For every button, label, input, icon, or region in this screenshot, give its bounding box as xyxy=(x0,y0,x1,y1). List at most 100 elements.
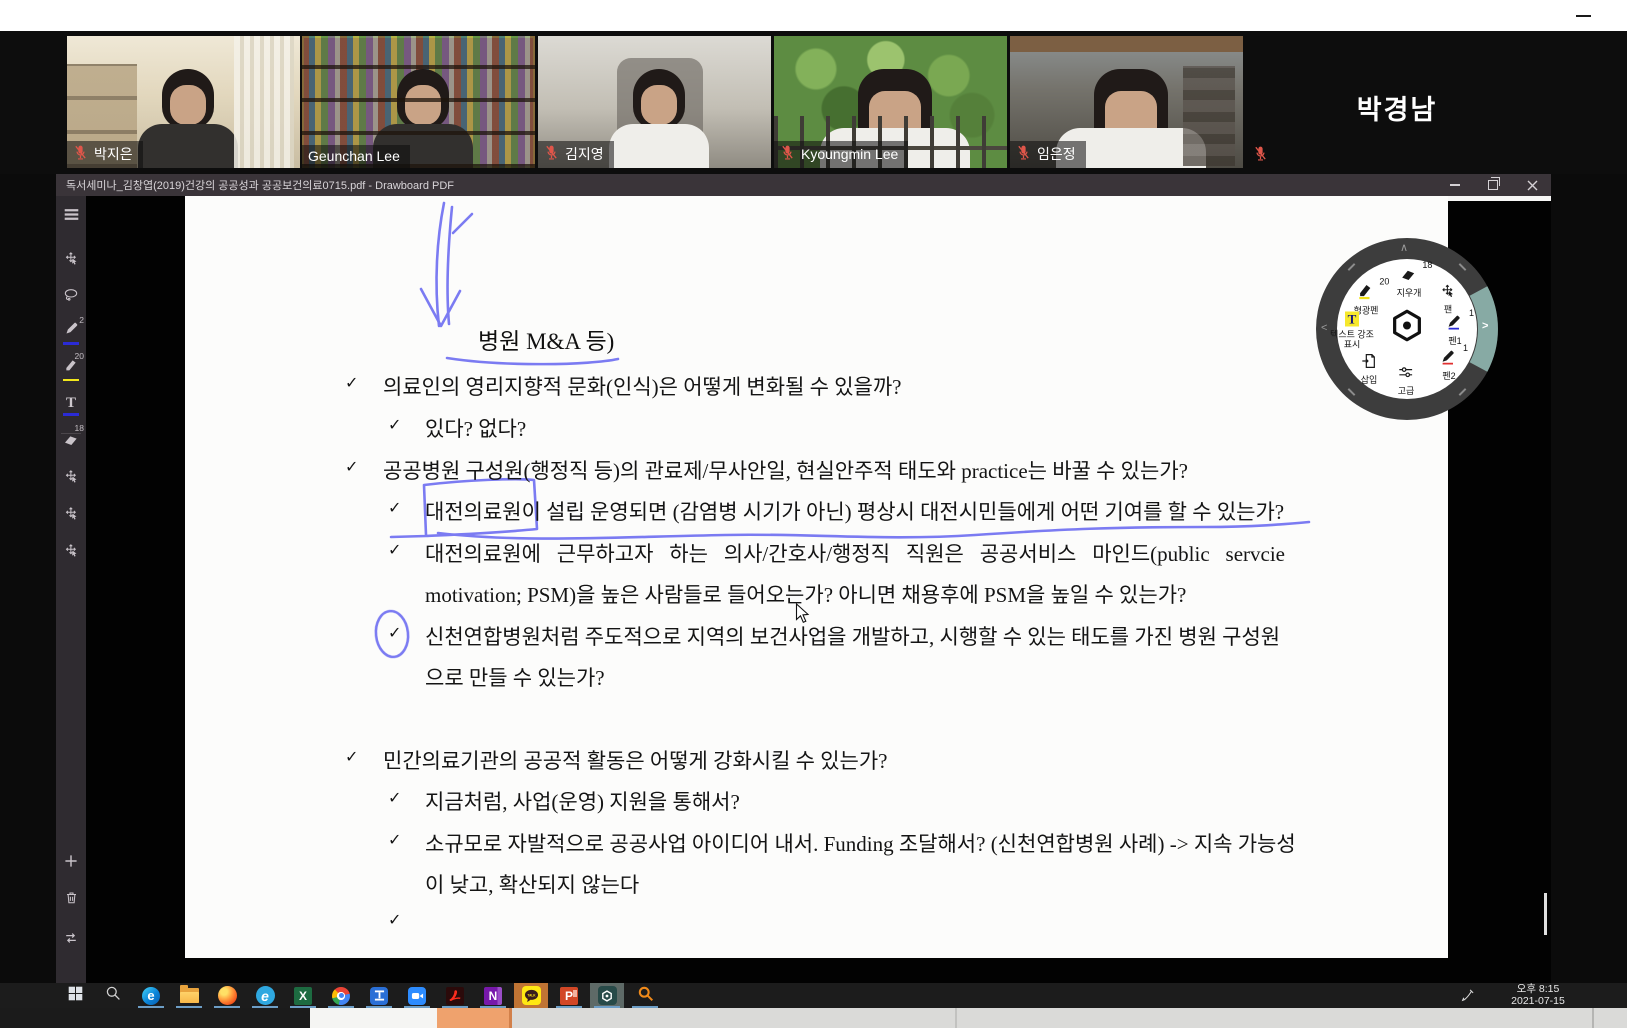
participant-name: 박지은 xyxy=(94,144,133,164)
radial-item-eraser[interactable]: 18지우개 xyxy=(1397,266,1422,298)
participant-name-label: Kyoungmin Lee xyxy=(774,141,908,168)
system-tray[interactable]: 오후 8:15 2021-07-15 xyxy=(1455,983,1627,1008)
doc-line-text: 공공병원 구성원(행정직 등)의 관료제/무사안일, 현실안주적 태도와 pra… xyxy=(383,455,1188,485)
tool-count-badge: 1 xyxy=(1463,343,1468,353)
menu-icon[interactable] xyxy=(56,202,86,232)
taskbar-chrome-icon[interactable] xyxy=(324,983,358,1008)
radial-item-pen[interactable]: 1펜1 xyxy=(1447,314,1463,346)
silhouette-face xyxy=(170,85,206,125)
radial-item-label: 지우개 xyxy=(1397,288,1422,298)
participant-video-tile[interactable]: 김지영 xyxy=(538,36,771,168)
participant-video-tile[interactable]: 임은정 xyxy=(1010,36,1243,168)
pdf-window-titlebar[interactable]: 독서세미나_김창엽(2019)건강의 공공성과 공공보건의료0715.pdf -… xyxy=(56,174,1551,196)
pan-tool-icon[interactable] xyxy=(56,501,86,531)
taskbar-drawboard-pdf-icon[interactable] xyxy=(590,983,624,1008)
taskbar-zoom-icon[interactable] xyxy=(400,983,434,1008)
radial-item-insert[interactable]: 삽입 xyxy=(1361,353,1378,385)
radial-item-label: 팬 xyxy=(1441,305,1456,315)
ink-arrow-stroke xyxy=(437,203,444,326)
silhouette-head xyxy=(397,69,449,129)
radial-item-label: 고급 xyxy=(1398,386,1415,396)
lasso-tool-icon[interactable] xyxy=(56,282,86,312)
eraser-icon: 18 xyxy=(1397,266,1422,287)
taskbar-search-icon[interactable] xyxy=(96,983,130,1008)
taskbar-kakaotalk-icon[interactable]: TALK xyxy=(514,983,548,1008)
doc-line: ✓ 공공병원 구성원(행정직 등)의 관료제/무사안일, 현실안주적 태도와 pr… xyxy=(185,455,1448,483)
participant-video-tile[interactable]: Kyoungmin Lee xyxy=(774,36,1007,168)
text-tool-icon[interactable]: T xyxy=(56,390,86,420)
doc-heading: 병원 M&A 등) xyxy=(478,322,614,356)
minimize-icon[interactable] xyxy=(1576,15,1591,17)
participant-name-label: 김지영 xyxy=(538,141,614,168)
tool-count-badge: 18 xyxy=(75,423,84,433)
radial-item-pan[interactable]: 팬 xyxy=(1441,284,1456,315)
taskbar-edge-icon[interactable]: e xyxy=(134,983,168,1008)
taskbar-start-icon[interactable] xyxy=(58,983,92,1008)
tool-count-badge: 2 xyxy=(79,315,84,325)
text-highlight-glyph: T xyxy=(1345,312,1360,327)
ink-arrow-stroke xyxy=(448,207,452,324)
mic-muted-icon xyxy=(1253,145,1268,167)
ink-heading-underline xyxy=(447,358,618,364)
pan-tool-icon[interactable] xyxy=(56,246,86,276)
taskbar-internet-explorer-icon[interactable]: e xyxy=(248,983,282,1008)
taskbar-excel-icon[interactable]: X xyxy=(286,983,320,1008)
eraser-tool-icon[interactable]: 18 xyxy=(56,426,86,456)
pen-tool-icon[interactable]: 2 xyxy=(56,318,86,348)
highlighter-tool-icon[interactable]: 20 xyxy=(56,354,86,384)
chevron-up-icon[interactable]: ∧ xyxy=(1400,243,1408,253)
pan-tool-icon[interactable] xyxy=(56,464,86,494)
add-page-icon[interactable] xyxy=(56,848,86,878)
clock[interactable]: 오후 8:15 2021-07-15 xyxy=(1483,984,1593,1007)
participant-video-tile[interactable]: 박지은 xyxy=(67,36,300,168)
bottom-band-divider xyxy=(955,1008,957,1028)
checkmark-bullet: ✓ xyxy=(388,540,401,559)
radial-item-label: 펜1 xyxy=(1447,336,1463,346)
taskbar-file-explorer-icon[interactable] xyxy=(172,983,206,1008)
participant-silhouette xyxy=(608,69,711,168)
checkmark-bullet: ✓ xyxy=(388,910,401,929)
tool-count-badge: 18 xyxy=(1422,260,1432,270)
radial-item-label: 삽입 xyxy=(1361,375,1378,385)
restore-button[interactable] xyxy=(1478,174,1508,196)
tray-date: 2021-07-15 xyxy=(1483,996,1593,1008)
taskbar-onenote-icon[interactable]: N xyxy=(476,983,510,1008)
bottom-band xyxy=(0,1008,310,1028)
swap-icon[interactable] xyxy=(56,925,86,955)
pdf-page[interactable]: 병원 M&A 등) ✓의료인의 영리지향적 문화(인식)은 어떻게 변화될 수 … xyxy=(185,196,1448,958)
radial-item-advanced[interactable]: 고급 xyxy=(1398,364,1415,396)
tray-time: 오후 8:15 xyxy=(1483,984,1593,996)
windows-ink-pen-icon[interactable] xyxy=(1460,988,1475,1008)
minimize-button[interactable] xyxy=(1440,174,1470,196)
svg-text:TALK: TALK xyxy=(527,993,536,997)
participant-name: 임은정 xyxy=(1037,144,1076,164)
taskbar-search-orange-icon[interactable] xyxy=(628,983,662,1008)
tool-count-badge: 1 xyxy=(1469,308,1474,318)
doc-line: ✓대전의료원이 설립 운영되면 (감염병 시기가 아닌) 평상시 대전시민들에게… xyxy=(185,496,1448,524)
radial-item-text-highlight[interactable]: T텍스트 강조 표시 xyxy=(1326,311,1378,350)
scrollbar-thumb[interactable] xyxy=(1544,893,1547,935)
checkmark-bullet: ✓ xyxy=(345,457,358,476)
tool-count-badge: 20 xyxy=(1379,277,1389,287)
doc-line-text: 지금처럼, 사업(운영) 지원을 통해서? xyxy=(425,786,740,816)
close-button[interactable] xyxy=(1517,174,1547,196)
pan-tool-icon[interactable] xyxy=(56,538,86,568)
checkmark-bullet: ✓ xyxy=(345,747,358,766)
taskbar-firefox-icon[interactable] xyxy=(210,983,244,1008)
delete-icon[interactable] xyxy=(56,885,86,915)
doc-line-text: 신천연합병원처럼 주도적으로 지역의 보건사업을 개발하고, 시행할 수 있는 … xyxy=(425,621,1280,651)
taskbar-acrobat-icon[interactable] xyxy=(438,983,472,1008)
doc-line: ✓민간의료기관의 공공적 활동은 어떻게 강화시킬 수 있는가? xyxy=(185,745,1448,773)
participant-video-tile[interactable]: Geunchan Lee xyxy=(302,36,535,168)
mic-muted-icon xyxy=(73,144,88,161)
participant-name: Kyoungmin Lee xyxy=(801,146,898,162)
radial-item-pen[interactable]: 1펜2 xyxy=(1441,349,1457,381)
participant-name-label: 박지은 xyxy=(67,141,143,168)
taskbar-powerpoint-icon[interactable]: P xyxy=(552,983,586,1008)
taskbar-hancom-hwp-icon[interactable] xyxy=(362,983,396,1008)
tool-color-underline xyxy=(63,379,79,382)
radial-center-hexagon-icon[interactable] xyxy=(1388,307,1426,350)
doc-line: ✓있다? 없다? xyxy=(185,413,1448,441)
chevron-right-icon[interactable]: > xyxy=(1482,321,1488,331)
checkmark-bullet: ✓ xyxy=(388,830,401,849)
